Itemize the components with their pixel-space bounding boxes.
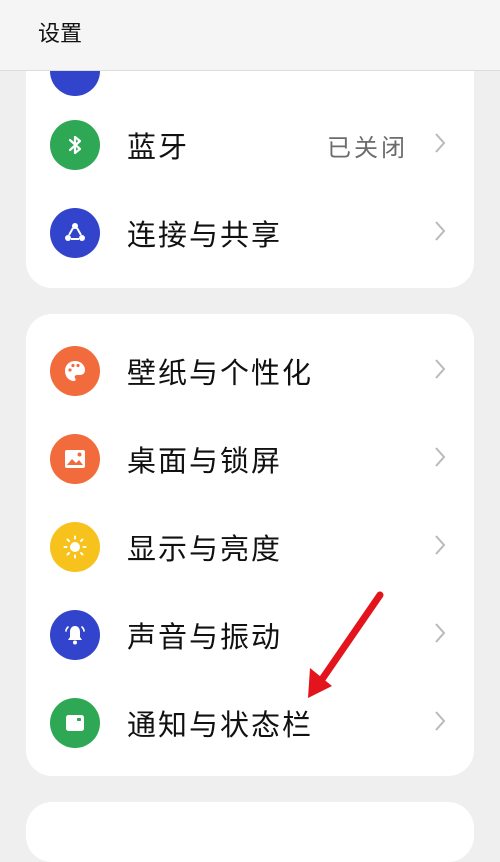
notification-icon [50, 698, 100, 748]
bluetooth-status-value: 已关闭 [327, 134, 408, 162]
annotation-arrow-icon [308, 591, 384, 698]
chevron-right-icon [435, 623, 446, 643]
settings-row-wallpaper[interactable]: 壁纸与个性化 [26, 326, 474, 414]
chevron-right-icon [435, 221, 446, 241]
chevron-right-icon [435, 359, 446, 379]
settings-row-bluetooth[interactable]: 蓝牙 已关闭 [26, 100, 474, 188]
chevron-right-icon [435, 447, 446, 467]
settings-row-sound-vibration[interactable]: 声音与振动 [26, 590, 474, 678]
row-label: 蓝牙 [127, 130, 190, 164]
picture-icon [50, 434, 100, 484]
row-label: 通知与状态栏 [127, 708, 314, 742]
settings-row-notification-statusbar[interactable]: 通知与状态栏 [26, 678, 474, 766]
row-label: 壁纸与个性化 [127, 356, 314, 390]
row-label: 声音与振动 [127, 620, 283, 654]
row-label: 显示与亮度 [127, 532, 283, 566]
settings-row-desktop-lockscreen[interactable]: 桌面与锁屏 [26, 414, 474, 502]
share-icon [50, 208, 100, 258]
chevron-right-icon [435, 133, 446, 153]
settings-row-connection-sharing[interactable]: 连接与共享 [26, 188, 474, 276]
bluetooth-icon [50, 120, 100, 170]
page-title: 设置 [38, 22, 83, 47]
chevron-right-icon [435, 535, 446, 555]
row-label: 桌面与锁屏 [127, 444, 283, 478]
bell-icon [50, 610, 100, 660]
next-settings-card [26, 802, 474, 862]
settings-row-display-brightness[interactable]: 显示与亮度 [26, 502, 474, 590]
chevron-right-icon [435, 711, 446, 731]
top-bar: 设置 [0, 0, 500, 71]
palette-icon [50, 346, 100, 396]
personalization-card: 壁纸与个性化 桌面与锁屏 显示与亮度 声音与振动 通知与状态栏 [26, 314, 474, 776]
row-label: 连接与共享 [127, 218, 283, 252]
sun-icon [50, 522, 100, 572]
